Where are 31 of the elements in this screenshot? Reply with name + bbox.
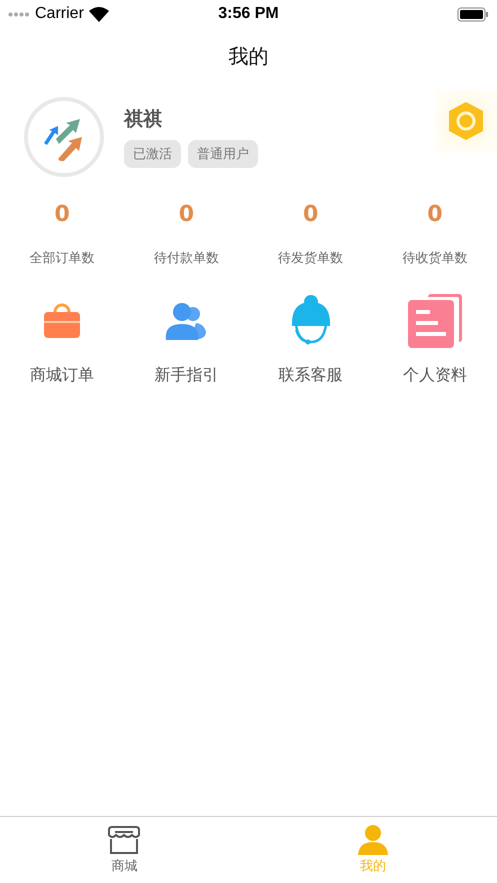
documents-icon	[406, 292, 464, 350]
order-count: 0	[178, 202, 194, 227]
menu-item[interactable]: 商城订单	[30, 365, 94, 386]
clock-text: 3:56 PM	[218, 5, 279, 23]
users-icon	[164, 300, 208, 342]
carrier-text: Carrier	[35, 5, 84, 23]
menu-item[interactable]: 个人资料	[402, 365, 467, 386]
user-name: 祺祺	[124, 107, 163, 132]
order-count-label: 全部订单数	[30, 250, 95, 267]
avatar[interactable]	[24, 97, 104, 177]
order-count: 0	[54, 202, 70, 227]
order-count-label: 待收货单数	[402, 250, 468, 267]
hexagon-button[interactable]	[435, 90, 497, 152]
tab[interactable]: 商城	[0, 817, 248, 883]
order-count-label: 待付款单数	[154, 250, 219, 267]
page-title: 我的	[228, 42, 268, 70]
status-tag: 普通用户	[188, 140, 258, 168]
hexagon-icon	[448, 101, 484, 141]
wifi-icon	[88, 6, 109, 22]
person-icon	[356, 825, 389, 855]
menu-item[interactable]: 新手指引	[154, 365, 218, 386]
battery-icon	[457, 6, 489, 22]
menu-item[interactable]: 联系客服	[278, 365, 343, 386]
tab-label: 商城	[111, 858, 138, 875]
order-count-label: 待发货单数	[278, 250, 344, 267]
tab-label: 我的	[360, 858, 386, 875]
store-icon	[108, 825, 140, 855]
signal-icon	[8, 12, 30, 16]
status-tag: 已激活	[124, 140, 181, 168]
order-count: 0	[302, 202, 318, 227]
order-count: 0	[427, 202, 443, 227]
